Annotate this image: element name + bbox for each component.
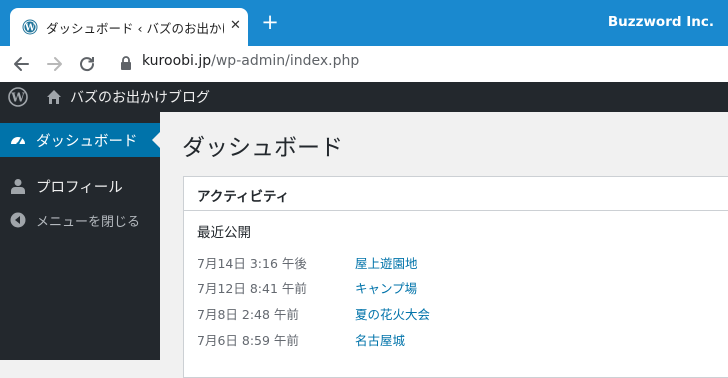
url-path: /wp-admin/index.php (211, 53, 360, 69)
collapse-menu-label: メニューを閉じる (36, 215, 141, 230)
activity-row: 7月14日 3:16 午後 屋上遊園地 (197, 253, 728, 273)
collapse-menu-button[interactable]: メニューを閉じる (0, 203, 160, 237)
browser-titlebar: W ダッシュボード ‹ バズのお出かけブログ — ✕ + Buzzword In… (0, 0, 728, 46)
wp-admin-bar: W バズのお出かけブログ (0, 82, 728, 112)
lock-icon[interactable] (120, 55, 132, 71)
forward-icon[interactable] (44, 53, 66, 75)
tab-title: ダッシュボード ‹ バズのお出かけブログ — (46, 21, 224, 36)
user-icon (11, 179, 25, 194)
svg-text:W: W (24, 24, 36, 34)
address-bar[interactable]: kuroobi.jp/wp-admin/index.php (142, 53, 359, 69)
home-icon[interactable] (46, 89, 62, 105)
svg-text:W: W (10, 91, 25, 105)
site-name-link[interactable]: バズのお出かけブログ (70, 87, 210, 107)
browser-account-name[interactable]: Buzzword Inc. (608, 14, 714, 30)
new-tab-button[interactable]: + (260, 11, 280, 33)
sidebar-item-profile[interactable]: プロフィール (0, 169, 160, 203)
activity-widget-header[interactable]: アクティビティ (184, 177, 728, 211)
activity-date: 7月14日 3:16 午後 (197, 256, 307, 271)
url-host: kuroobi.jp (142, 53, 212, 69)
activity-date: 7月12日 8:41 午前 (197, 281, 307, 296)
activity-row: 7月12日 8:41 午前 キャンプ場 (197, 278, 728, 298)
activity-row: 7月8日 2:48 午前 夏の花火大会 (197, 304, 728, 324)
sidebar-item-dashboard[interactable]: ダッシュボード (0, 123, 160, 157)
wordpress-favicon-icon: W (22, 19, 38, 35)
activity-widget-title: アクティビティ (197, 189, 290, 205)
dashboard-icon (11, 137, 25, 146)
activity-post-link[interactable]: 夏の花火大会 (355, 304, 430, 323)
wordpress-logo-icon[interactable]: W (8, 87, 28, 107)
recently-published-heading: 最近公開 (197, 225, 251, 241)
tab-close-icon[interactable]: ✕ (230, 18, 241, 33)
current-menu-arrow (152, 132, 160, 148)
back-icon[interactable] (10, 53, 32, 75)
activity-post-link[interactable]: キャンプ場 (355, 278, 417, 297)
admin-sidebar: ダッシュボード プロフィール メニューを閉じる (0, 112, 160, 360)
browser-tab[interactable]: W ダッシュボード ‹ バズのお出かけブログ — ✕ (10, 8, 248, 46)
activity-date: 7月8日 2:48 午前 (197, 307, 299, 322)
sidebar-item-label: ダッシュボード (36, 134, 138, 150)
activity-widget: アクティビティ 最近公開 7月14日 3:16 午後 屋上遊園地 7月12日 8… (183, 176, 728, 378)
browser-toolbar: kuroobi.jp/wp-admin/index.php (0, 46, 728, 83)
activity-row: 7月6日 8:59 午前 名古屋城 (197, 330, 728, 350)
sidebar-item-label: プロフィール (36, 180, 123, 196)
collapse-arrow-icon (10, 212, 26, 228)
main-content: ダッシュボード アクティビティ 最近公開 7月14日 3:16 午後 屋上遊園地… (160, 112, 728, 378)
activity-post-link[interactable]: 名古屋城 (355, 330, 405, 349)
activity-post-link[interactable]: 屋上遊園地 (355, 253, 418, 272)
page-title: ダッシュボード (182, 135, 343, 161)
activity-date: 7月6日 8:59 午前 (197, 333, 299, 348)
reload-icon[interactable] (76, 53, 98, 75)
